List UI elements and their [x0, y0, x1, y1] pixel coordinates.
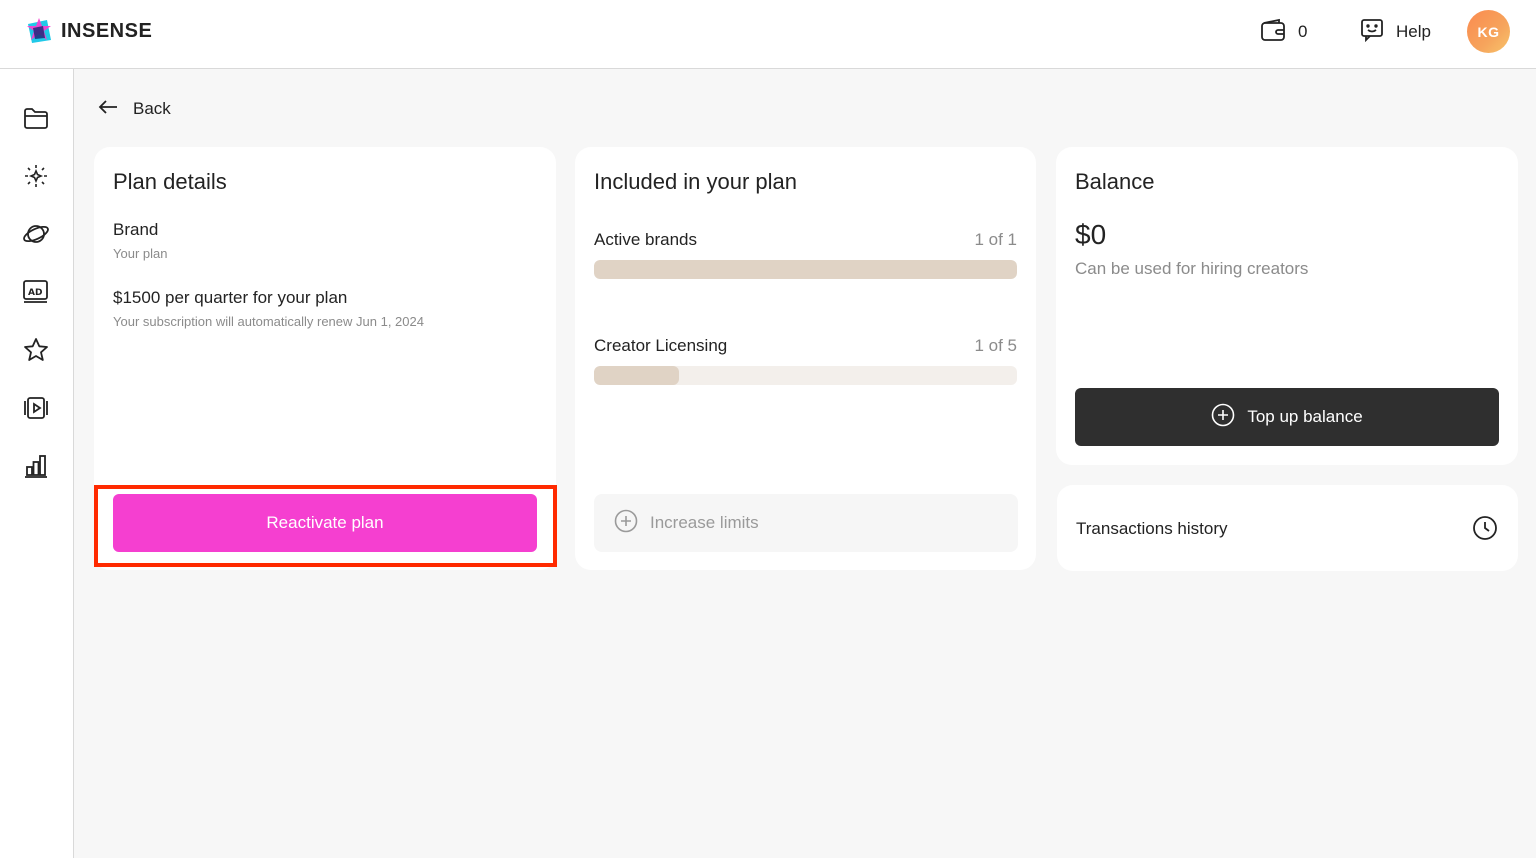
limit-label: Creator Licensing [594, 336, 728, 355]
wallet-button[interactable]: 0 [1260, 18, 1307, 46]
limit-progress-fill [594, 366, 679, 385]
limit-label: Active brands [594, 230, 697, 249]
balance-amount: $0 [1075, 219, 1107, 250]
limit-progress-track [594, 366, 1017, 385]
transactions-history-label: Transactions history [1076, 519, 1228, 538]
help-chat-icon [1360, 18, 1384, 47]
renewal-note: Your subscription will automatically ren… [113, 314, 424, 329]
transactions-history-card[interactable]: Transactions history [1057, 485, 1518, 571]
logo-text: INSENSE [61, 19, 153, 42]
help-label: Help [1396, 22, 1431, 41]
wallet-icon [1260, 18, 1286, 47]
logo-icon [25, 16, 55, 46]
back-label: Back [133, 99, 171, 118]
balance-note: Can be used for hiring creators [1075, 259, 1309, 278]
limit-progress-fill [594, 260, 1017, 279]
ad-icon[interactable]: AD [22, 278, 50, 306]
limit-count: 1 of 1 [974, 230, 1017, 249]
avatar[interactable]: KG [1467, 10, 1510, 53]
balance-card: Balance $0 Can be used for hiring creato… [1056, 147, 1518, 465]
top-up-balance-label: Top up balance [1247, 407, 1363, 426]
plan-price: $1500 per quarter for your plan [113, 288, 348, 307]
folder-icon[interactable] [22, 104, 50, 132]
video-play-icon[interactable] [22, 394, 50, 422]
plan-details-title: Plan details [113, 169, 227, 194]
reactivate-plan-button[interactable]: Reactivate plan [113, 494, 537, 552]
plan-name-caption: Your plan [113, 246, 168, 261]
star-icon[interactable] [22, 336, 50, 364]
wallet-count: 0 [1298, 22, 1308, 41]
back-button[interactable]: Back [97, 96, 171, 122]
top-up-balance-button[interactable]: Top up balance [1075, 388, 1499, 446]
clock-icon [1472, 515, 1498, 541]
increase-limits-button[interactable]: Increase limits [594, 494, 1018, 552]
limit-count: 1 of 5 [974, 336, 1017, 355]
plan-name: Brand [113, 220, 159, 239]
sidebar: AD [0, 69, 74, 858]
top-bar: INSENSE 0 Help KG [0, 0, 1536, 69]
limit-progress-track [594, 260, 1017, 279]
help-button[interactable]: Help [1360, 18, 1431, 46]
included-title: Included in your plan [594, 169, 798, 194]
increase-limits-label: Increase limits [650, 513, 759, 532]
svg-text:AD: AD [28, 288, 42, 298]
bar-chart-icon[interactable] [22, 452, 50, 480]
planet-icon[interactable] [22, 220, 50, 248]
arrow-left-icon [97, 99, 119, 120]
balance-title: Balance [1075, 169, 1155, 194]
plus-circle-icon [614, 509, 638, 538]
sparkle-sun-icon[interactable] [22, 162, 50, 190]
included-in-plan-card: Included in your plan Active brands 1 of… [575, 147, 1036, 570]
plus-circle-icon [1211, 403, 1235, 432]
logo[interactable]: INSENSE [25, 16, 152, 46]
